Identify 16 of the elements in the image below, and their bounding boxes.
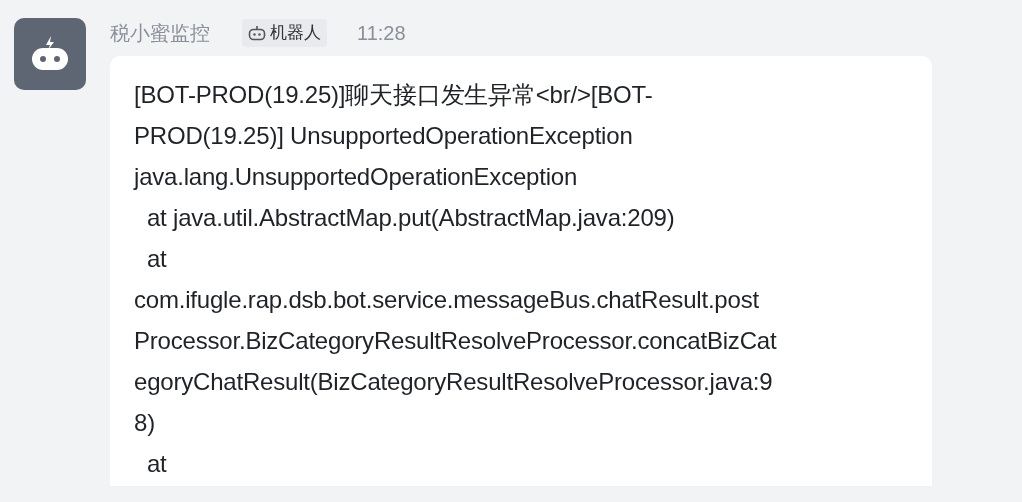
sender-name: 税小蜜监控 xyxy=(110,21,210,46)
message-line: at xyxy=(145,244,167,274)
robot-icon xyxy=(29,36,71,72)
message-line: egoryChatResult(BizCategoryResultResolveProcessor.java:9 xyxy=(134,367,773,397)
robot-icon xyxy=(248,25,266,41)
message-line: [BOT-PROD(19.25)]聊天接口发生异常<br/>[BOT- xyxy=(134,80,653,110)
message-line: java.lang.UnsupportedOperationException xyxy=(134,162,578,192)
message-line: com.ifugle.rap.dsb.bot.service.messageBus.chatResult.post xyxy=(134,285,759,315)
message-time: 11:28 xyxy=(357,21,406,46)
message-line: PROD(19.25)] UnsupportedOperationException xyxy=(134,121,633,151)
bot-avatar[interactable] xyxy=(14,18,86,90)
badge-label: 机器人 xyxy=(270,22,321,45)
message-line: Processor.BizCategoryResultResolveProcessor.concatBizCat xyxy=(134,326,777,356)
message-line: at java.util.AbstractMap.put(AbstractMap.java:209) xyxy=(145,203,675,233)
message-line: 8) xyxy=(134,408,155,438)
message-line: at xyxy=(145,449,167,479)
